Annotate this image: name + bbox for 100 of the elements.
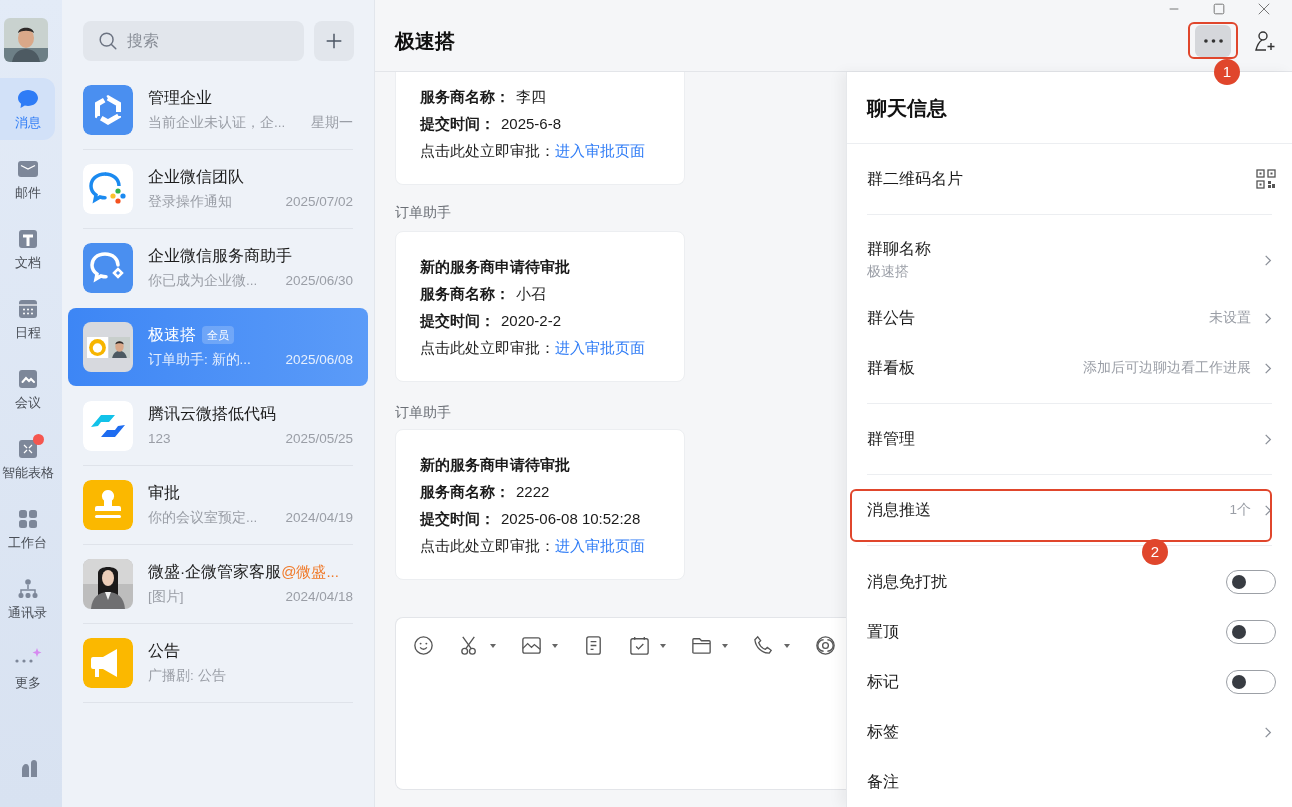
settings-row[interactable]: 群聊名称 极速搭 [847, 227, 1292, 293]
nav-tab[interactable]: 日程 [0, 288, 55, 350]
field-label: 提交时间： [420, 509, 495, 529]
row-label: 群看板 [867, 358, 915, 378]
settings-row[interactable]: 群管理 [847, 404, 1292, 474]
chat-item[interactable]: 企业微信服务商助手 你已成为企业微... 2025/06/30 [68, 229, 368, 307]
nav-tab[interactable]: 通讯录 [0, 568, 55, 630]
settings-row[interactable]: 群二维码名片 [847, 144, 1292, 214]
callout-badge: 2 [1142, 539, 1168, 565]
field-label: 服务商名称： [420, 284, 510, 304]
caret-icon [783, 641, 791, 650]
search-icon [97, 30, 119, 52]
approval-link[interactable]: 进入审批页面 [555, 334, 645, 361]
message-title: 新的服务商申请待审批 [420, 257, 571, 277]
settings-row[interactable]: 群公告 未设置 [847, 293, 1292, 343]
approval-link[interactable]: 进入审批页面 [555, 532, 645, 559]
message-title: 新的服务商申请待审批 [420, 455, 571, 475]
chat-item[interactable]: 审批 你的会议室预定... 2024/04/19 [68, 466, 368, 544]
toolbar-button[interactable] [458, 634, 497, 657]
row-label: 群聊名称 [867, 239, 931, 259]
field-label: 提交时间： [420, 114, 495, 134]
message-input-box[interactable] [395, 617, 846, 790]
more-button[interactable] [1195, 24, 1231, 57]
search-field[interactable]: 搜索 [83, 21, 304, 61]
nav-tab[interactable]: 邮件 [0, 148, 55, 210]
caret-icon [721, 641, 729, 650]
message-preview: [图片] [148, 588, 184, 606]
message-preview: 当前企业未认证，企... [148, 114, 286, 132]
toggle-switch[interactable] [1226, 670, 1276, 694]
chat-item[interactable]: 管理企业 当前企业未认证，企... 星期一 [68, 71, 368, 149]
prompt-text: 点击此处立即审批： [420, 141, 555, 161]
approval-link[interactable]: 进入审批页面 [555, 137, 645, 164]
toolbar-button[interactable] [628, 634, 667, 657]
timestamp: 2025/07/02 [285, 193, 353, 211]
field-value: 2222 [516, 482, 550, 502]
phone-icon [752, 634, 775, 657]
field-label: 服务商名称： [420, 482, 510, 502]
timestamp: 2024/04/19 [285, 509, 353, 527]
chat-item[interactable]: 企业微信团队 登录操作通知 2025/07/02 [68, 150, 368, 228]
row-value: 1个 [1229, 500, 1251, 519]
add-button[interactable] [314, 21, 354, 61]
message-preview: 123 [148, 430, 171, 448]
sender-name: 订单助手 [395, 403, 452, 421]
nav-tab[interactable]: 会议 [0, 358, 55, 420]
chat-name: 公告 [148, 641, 180, 661]
toolbar-button[interactable] [412, 634, 435, 657]
field-value: 2025-06-08 10:52:28 [501, 509, 641, 529]
settings-row[interactable]: 群看板 添加后可边聊边看工作进展 [847, 343, 1292, 393]
row-label: 消息免打扰 [867, 572, 947, 592]
chat-name: 企业微信服务商助手 [148, 246, 292, 266]
caret-icon [551, 641, 559, 650]
callout-badge: 1 [1214, 59, 1240, 85]
field-label: 提交时间： [420, 311, 495, 331]
chat-name: 腾讯云微搭低代码 [148, 404, 276, 424]
toolbar-button[interactable] [520, 634, 559, 657]
prompt-text: 点击此处立即审批： [420, 536, 555, 556]
message-preview: 广播剧: 公告 [148, 667, 226, 685]
image-icon [520, 634, 543, 657]
nav-tab[interactable]: 智能表格 [0, 428, 55, 490]
sun-icon [86, 336, 108, 358]
toggle-switch[interactable] [1226, 570, 1276, 594]
timestamp: 2025/05/25 [285, 430, 353, 448]
nav-tab[interactable]: 工作台 [0, 498, 55, 560]
nav-tab[interactable]: 文档 [0, 218, 55, 280]
row-label: 群管理 [867, 429, 915, 449]
timestamp: 星期一 [311, 114, 353, 132]
settings-row[interactable]: 标签 [847, 707, 1292, 757]
emoji-icon [412, 634, 435, 657]
row-label: 消息推送 [867, 500, 931, 520]
shapes-icon [83, 401, 133, 451]
chat-item[interactable]: 公告 广播剧: 公告 [68, 624, 368, 702]
timestamp: 2024/04/18 [285, 588, 353, 606]
field-value: 李四 [516, 87, 546, 107]
chat-item[interactable]: 腾讯云微搭低代码 123 2025/05/25 [68, 387, 368, 465]
toolbar-button[interactable] [752, 634, 791, 657]
row-value: 未设置 [1209, 308, 1251, 327]
toggle-switch[interactable] [1226, 620, 1276, 644]
message-preview: 你的会议室预定... [148, 509, 258, 527]
chat-bubble-icon [83, 164, 133, 214]
row-label: 群二维码名片 [867, 169, 963, 189]
caret-icon [659, 641, 667, 650]
caret-icon [489, 641, 497, 650]
row-label: 标记 [867, 672, 899, 692]
megaphone-icon [83, 638, 133, 688]
chat-name: 企业微信团队 [148, 167, 244, 187]
add-person-icon [1252, 28, 1276, 53]
row-label: 备注 [867, 772, 899, 792]
chat-title: 极速搭 [393, 28, 455, 54]
maximize-icon [1211, 2, 1226, 16]
stamp-icon [83, 480, 133, 530]
chat-item[interactable]: 微盛·企微管家客服@微盛... [图片] 2024/04/18 [68, 545, 368, 623]
field-value: 小召 [516, 284, 546, 304]
chat-name: 极速搭 [148, 325, 196, 345]
chat-bubble-icon [83, 243, 133, 293]
nav-tab[interactable]: 更多 [0, 638, 55, 700]
qr-code-icon [1256, 169, 1276, 189]
chat-name: 微盛·企微管家客服 [148, 562, 282, 582]
prompt-text: 点击此处立即审批： [420, 338, 555, 358]
message-preview: 你已成为企业微... [148, 272, 258, 290]
field-value: 2025-6-8 [501, 114, 562, 134]
